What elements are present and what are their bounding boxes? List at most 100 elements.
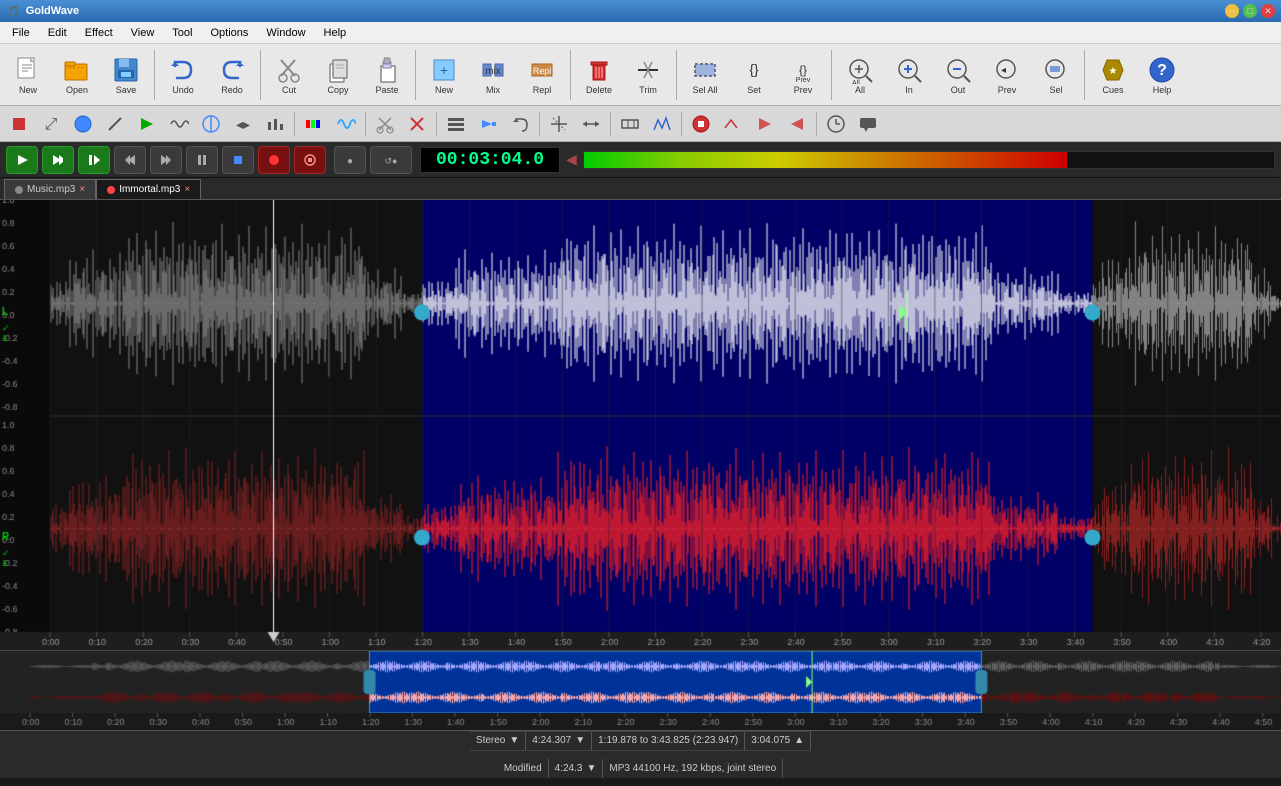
menu-view[interactable]: View — [123, 25, 163, 41]
eff-waveform[interactable] — [164, 109, 194, 139]
paste-button[interactable]: Paste — [363, 47, 411, 103]
eff-expand[interactable] — [544, 109, 574, 139]
eff-scissors[interactable] — [370, 109, 400, 139]
tab-immortal-close[interactable]: × — [184, 184, 190, 195]
close-button[interactable]: ✕ — [1261, 4, 1275, 18]
menu-window[interactable]: Window — [258, 25, 313, 41]
menu-file[interactable]: File — [4, 25, 38, 41]
tab-music-close[interactable]: × — [79, 184, 85, 195]
eff-play-arrow[interactable] — [132, 109, 162, 139]
help-button[interactable]: ? Help — [1138, 47, 1186, 103]
menu-tool[interactable]: Tool — [164, 25, 200, 41]
waveform-canvas[interactable] — [0, 200, 1281, 650]
record-stop-button[interactable] — [294, 146, 326, 174]
status-selection-value: 1:19.878 to 3:43.825 (2:23.947) — [598, 735, 738, 746]
status-audio-info: MP3 44100 Hz, 192 kbps, joint stereo — [603, 759, 783, 778]
eff-stop[interactable] — [4, 109, 34, 139]
eff-equalizer[interactable] — [260, 109, 290, 139]
play-selection-button[interactable] — [42, 146, 74, 174]
replace-icon: Repl — [526, 54, 558, 86]
paste-label: Paste — [375, 86, 398, 96]
eff-envelope[interactable] — [647, 109, 677, 139]
zoom-prev-label: Prev — [998, 86, 1017, 96]
eff-colorbar[interactable] — [299, 109, 329, 139]
eff-arrows2[interactable] — [576, 109, 606, 139]
sep1 — [154, 50, 155, 100]
play-button[interactable] — [6, 146, 38, 174]
menu-options[interactable]: Options — [202, 25, 256, 41]
eff-forward[interactable] — [750, 109, 780, 139]
volume-bar-container[interactable] — [583, 151, 1275, 169]
zoom-all-button[interactable]: All All — [836, 47, 884, 103]
eff-clock[interactable] — [821, 109, 851, 139]
record-button[interactable] — [258, 146, 290, 174]
mix-button[interactable]: mix Mix — [469, 47, 517, 103]
mix-icon: mix — [477, 54, 509, 86]
status-file-arrow[interactable]: ▼ — [586, 763, 596, 774]
zoom-sel-button[interactable]: Sel — [1032, 47, 1080, 103]
undo-icon — [167, 54, 199, 86]
selall-icon — [689, 54, 721, 86]
cut-button[interactable]: Cut — [265, 47, 313, 103]
svg-text:mix: mix — [485, 66, 501, 77]
loop-toggle[interactable]: ↺● — [370, 146, 412, 174]
eff-timeline[interactable] — [615, 109, 645, 139]
prev-icon: {}Prev — [787, 54, 819, 86]
eff-envelope2[interactable] — [718, 109, 748, 139]
eff-bars[interactable] — [441, 109, 471, 139]
status-marker-arrow[interactable]: ▲ — [794, 735, 804, 746]
trim-button[interactable]: Trim — [624, 47, 672, 103]
new-button[interactable]: New — [4, 47, 52, 103]
eff-waveform2[interactable] — [331, 109, 361, 139]
zoom-in-button[interactable]: In — [885, 47, 933, 103]
delete-button[interactable]: Delete — [575, 47, 623, 103]
play-marker-button[interactable] — [78, 146, 110, 174]
zoom-prev-button[interactable]: ◂ Prev — [983, 47, 1031, 103]
eff-marker[interactable] — [196, 109, 226, 139]
eff-comment[interactable] — [853, 109, 883, 139]
menu-help[interactable]: Help — [316, 25, 355, 41]
eff-undo-small[interactable] — [505, 109, 535, 139]
stop-button[interactable] — [222, 146, 254, 174]
eff-flip[interactable] — [782, 109, 812, 139]
new-icon — [12, 54, 44, 86]
eff-pencil[interactable] — [100, 109, 130, 139]
selall-button[interactable]: Sel All — [681, 47, 729, 103]
menu-effect[interactable]: Effect — [77, 25, 121, 41]
cues-button[interactable]: ★ Cues — [1089, 47, 1137, 103]
eff-cross[interactable] — [402, 109, 432, 139]
eff-arrows[interactable]: ◂▸ — [228, 109, 258, 139]
new2-button[interactable]: + New — [420, 47, 468, 103]
minimize-button[interactable]: ─ — [1225, 4, 1239, 18]
menu-edit[interactable]: Edit — [40, 25, 75, 41]
redo-button[interactable]: Redo — [208, 47, 256, 103]
fast-forward-button[interactable] — [150, 146, 182, 174]
status-mode-arrow[interactable]: ▼ — [509, 735, 519, 746]
replace-button[interactable]: Repl Repl — [518, 47, 566, 103]
loop-button[interactable]: ● — [334, 146, 366, 174]
eff-arrow-right[interactable] — [473, 109, 503, 139]
save-icon — [110, 54, 142, 86]
trim-icon — [632, 54, 664, 86]
prev-button[interactable]: {}Prev Prev — [779, 47, 827, 103]
eff-move[interactable]: ⤢ — [36, 109, 66, 139]
eff-circle[interactable] — [68, 109, 98, 139]
open-button[interactable]: Open — [53, 47, 101, 103]
eff-stop-red[interactable] — [686, 109, 716, 139]
undo-button[interactable]: Undo — [159, 47, 207, 103]
pause-button[interactable] — [186, 146, 218, 174]
time-indicator: ◀ — [566, 151, 577, 168]
tab-immortal[interactable]: Immortal.mp3 × — [96, 179, 201, 199]
status-duration-arrow[interactable]: ▼ — [575, 735, 585, 746]
set-button[interactable]: {} Set — [730, 47, 778, 103]
overview-strip[interactable] — [0, 650, 1281, 712]
rewind-button[interactable] — [114, 146, 146, 174]
undo-label: Undo — [172, 86, 194, 96]
copy-button[interactable]: Copy — [314, 47, 362, 103]
save-button[interactable]: Save — [102, 47, 150, 103]
zoom-out-button[interactable]: Out — [934, 47, 982, 103]
maximize-button[interactable]: □ — [1243, 4, 1257, 18]
status-bar: Stereo ▼ 4:24.307 ▼ 1:19.878 to 3:43.825… — [0, 730, 1281, 778]
toolbar: New Open Save Undo Redo — [0, 44, 1281, 106]
tab-music[interactable]: Music.mp3 × — [4, 179, 96, 199]
